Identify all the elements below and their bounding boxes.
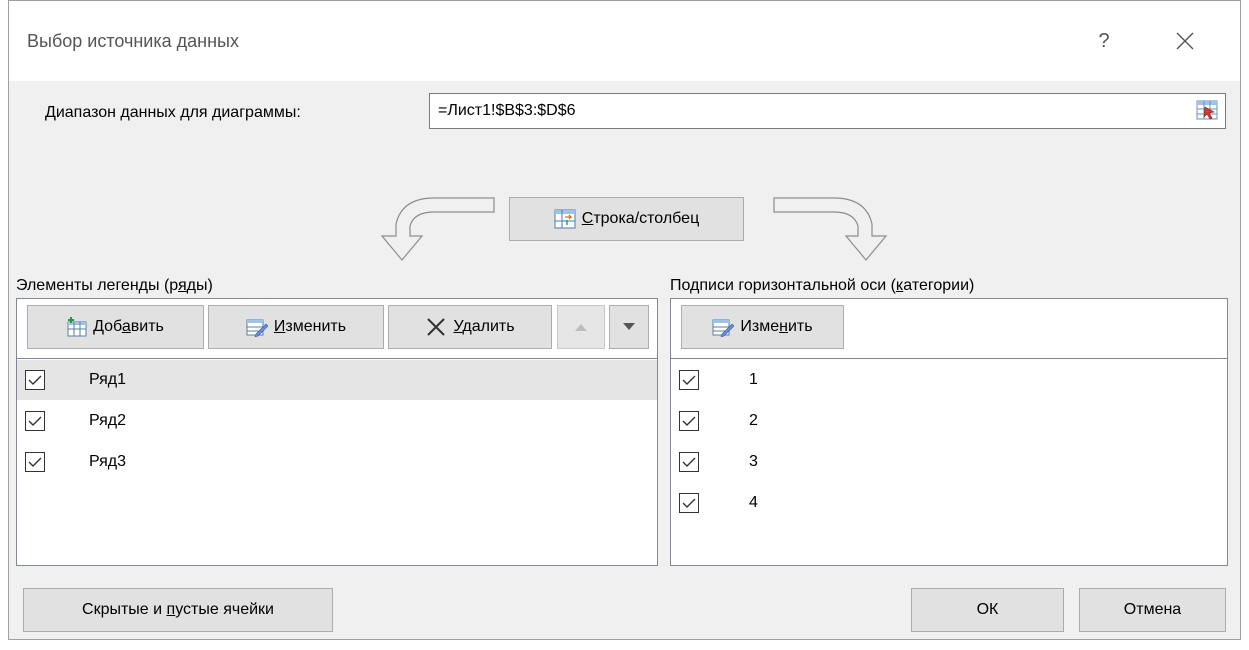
series-checkbox[interactable] bbox=[25, 411, 45, 431]
legend-entries-panel: Добавить Изменить Удалить Ряд1 Ряд2 Ряд3 bbox=[16, 298, 658, 566]
edit-axis-icon bbox=[712, 319, 735, 337]
hidden-empty-cells-button[interactable]: Скрытые и пустые ячейки bbox=[23, 588, 333, 632]
list-item[interactable]: Ряд2 bbox=[17, 401, 657, 441]
checkmark-icon bbox=[28, 457, 42, 467]
edit-axis-labels-label: Изменить bbox=[740, 318, 813, 335]
category-checkbox[interactable] bbox=[679, 452, 699, 472]
axis-toolbar: Изменить bbox=[671, 299, 1227, 359]
add-series-label: Добавить bbox=[93, 318, 164, 335]
checkmark-icon bbox=[682, 416, 696, 426]
checkmark-icon bbox=[682, 457, 696, 467]
ok-button[interactable]: ОК bbox=[911, 588, 1064, 632]
checkmark-icon bbox=[28, 375, 42, 385]
series-label: Ряд1 bbox=[89, 371, 127, 388]
category-checkbox[interactable] bbox=[679, 370, 699, 390]
edit-series-label: Изменить bbox=[273, 318, 347, 335]
legend-toolbar: Добавить Изменить Удалить bbox=[17, 299, 657, 359]
checkmark-icon bbox=[28, 416, 42, 426]
move-down-button[interactable] bbox=[609, 305, 649, 349]
checkmark-icon bbox=[682, 498, 696, 508]
remove-series-label: Удалить bbox=[453, 318, 515, 335]
list-item[interactable]: 3 bbox=[671, 442, 1227, 482]
move-up-button[interactable] bbox=[557, 305, 605, 349]
switch-row-column-button[interactable]: Строка/столбец bbox=[509, 197, 744, 241]
data-range-value[interactable]: =Лист1!$B$3:$D$6 bbox=[438, 102, 576, 120]
series-label: Ряд2 bbox=[89, 412, 127, 429]
category-label: 3 bbox=[749, 453, 758, 470]
list-item[interactable]: Ряд3 bbox=[17, 442, 657, 482]
switch-row-column-icon bbox=[554, 209, 576, 229]
range-select-icon bbox=[1196, 100, 1218, 120]
category-checkbox[interactable] bbox=[679, 411, 699, 431]
series-checkbox[interactable] bbox=[25, 370, 45, 390]
legend-entries-label: Элементы легенды (ряды) bbox=[16, 277, 213, 294]
category-label: 2 bbox=[749, 412, 758, 429]
remove-series-button[interactable]: Удалить bbox=[388, 305, 552, 349]
category-label: 1 bbox=[749, 371, 758, 388]
add-series-icon bbox=[67, 317, 87, 337]
axis-labels-label: Подписи горизонтальной оси (категории) bbox=[670, 277, 975, 294]
list-item[interactable]: 2 bbox=[671, 401, 1227, 441]
series-checkbox[interactable] bbox=[25, 452, 45, 472]
category-checkbox[interactable] bbox=[679, 493, 699, 513]
remove-icon bbox=[427, 318, 446, 336]
edit-series-button[interactable]: Изменить bbox=[208, 305, 384, 349]
switch-row-column-label: Строка/столбец bbox=[581, 210, 700, 227]
hidden-empty-cells-label: Скрытые и пустые ячейки bbox=[82, 601, 274, 618]
list-item[interactable]: 4 bbox=[671, 483, 1227, 523]
select-data-source-dialog: Выбор источника данных ? Диапазон данных… bbox=[8, 0, 1241, 640]
axis-labels-panel: Изменить 1 2 3 4 bbox=[670, 298, 1228, 566]
list-item[interactable]: 1 bbox=[671, 360, 1227, 400]
series-label: Ряд3 bbox=[89, 453, 127, 470]
title-bar: Выбор источника данных ? bbox=[9, 1, 1240, 81]
add-series-button[interactable]: Добавить bbox=[27, 305, 204, 349]
close-button[interactable] bbox=[1169, 25, 1201, 57]
help-button[interactable]: ? bbox=[1092, 27, 1116, 55]
arrow-up-icon bbox=[575, 324, 587, 331]
list-item[interactable]: Ряд1 bbox=[17, 360, 657, 400]
cancel-button[interactable]: Отмена bbox=[1079, 588, 1226, 632]
edit-series-icon bbox=[246, 319, 268, 337]
close-icon bbox=[1176, 32, 1194, 50]
data-range-label: Диапазон данных для диаграммы: bbox=[45, 104, 301, 121]
category-label: 4 bbox=[749, 494, 758, 511]
data-range-input[interactable]: =Лист1!$B$3:$D$6 bbox=[429, 93, 1226, 129]
range-select-button[interactable] bbox=[1196, 99, 1218, 121]
edit-axis-labels-button[interactable]: Изменить bbox=[681, 305, 844, 349]
checkmark-icon bbox=[682, 375, 696, 385]
dialog-title: Выбор источника данных bbox=[27, 31, 239, 51]
arrow-down-icon bbox=[623, 323, 635, 330]
